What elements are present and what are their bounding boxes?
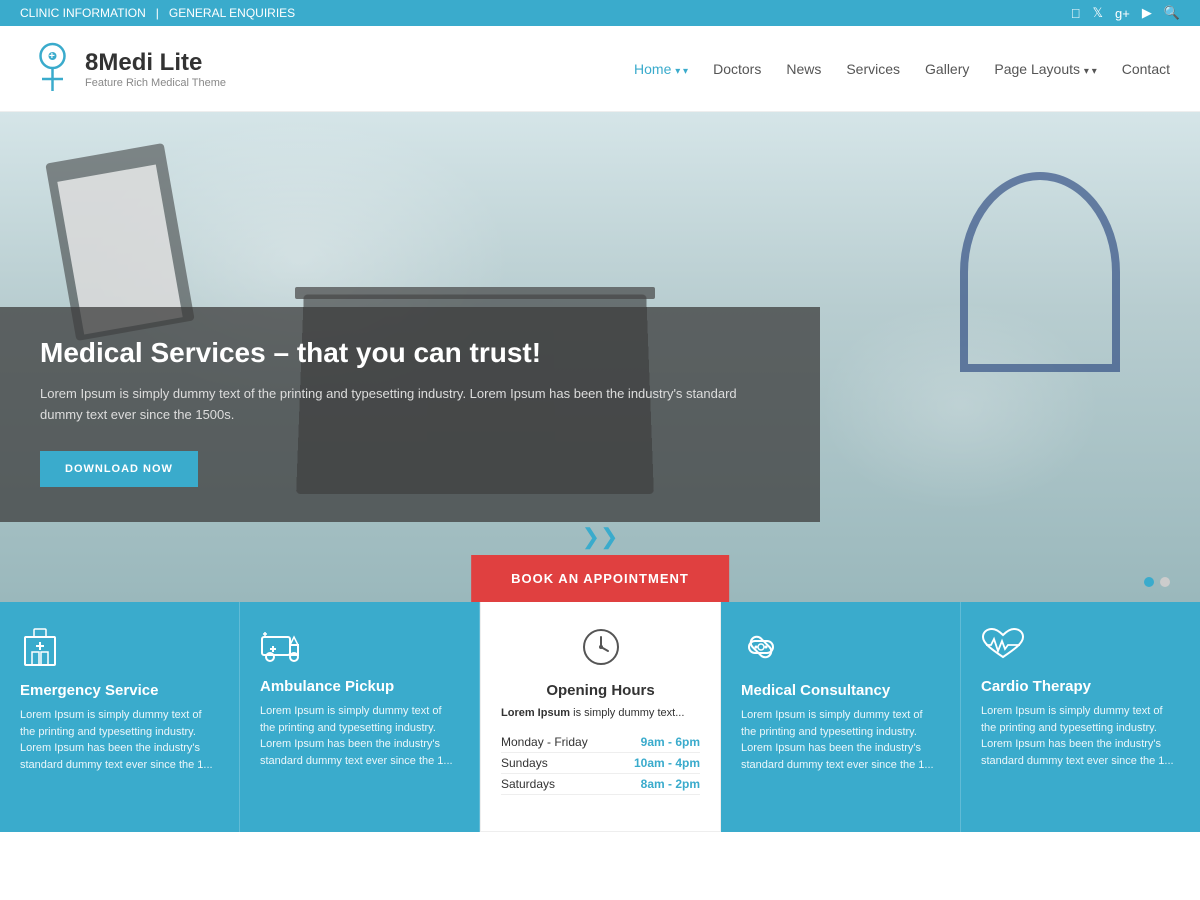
hours-time-2: 10am - 4pm <box>634 756 700 770</box>
service-cardio: Cardio Therapy Lorem Ipsum is simply dum… <box>961 602 1200 832</box>
hours-title: Opening Hours <box>501 682 700 699</box>
general-enquiries-link[interactable]: GENERAL ENQUIRIES <box>169 6 295 20</box>
top-bar-left: CLINIC INFORMATION | GENERAL ENQUIRIES <box>20 6 295 20</box>
nav-doctors[interactable]: Doctors <box>713 61 761 77</box>
hero-title: Medical Services – that you can trust! <box>40 337 780 369</box>
cardio-title: Cardio Therapy <box>981 678 1091 695</box>
logo-text: 8Medi Lite Feature Rich Medical Theme <box>85 49 226 89</box>
clinic-info-link[interactable]: CLINIC INFORMATION <box>20 6 146 20</box>
hours-day-2: Sundays <box>501 756 548 770</box>
service-ambulance: Ambulance Pickup Lorem Ipsum is simply d… <box>240 602 480 832</box>
consultancy-title: Medical Consultancy <box>741 682 890 699</box>
top-bar: CLINIC INFORMATION | GENERAL ENQUIRIES … <box>0 0 1200 26</box>
slider-dot-1[interactable] <box>1144 577 1154 587</box>
service-emergency: Emergency Service Lorem Ipsum is simply … <box>0 602 240 832</box>
hours-intro: Lorem Ipsum is simply dummy text... <box>501 707 684 719</box>
hours-day-1: Monday - Friday <box>501 735 588 749</box>
service-consultancy: Medical Consultancy Lorem Ipsum is simpl… <box>721 602 961 832</box>
hero-description: Lorem Ipsum is simply dummy text of the … <box>40 384 780 426</box>
hero-overlay: Medical Services – that you can trust! L… <box>0 307 820 522</box>
header: + 8Medi Lite Feature Rich Medical Theme … <box>0 26 1200 112</box>
twitter-icon[interactable]: 𝕏 <box>1093 5 1103 21</box>
top-bar-social:  𝕏 g+ ▶ 🔍 <box>1071 5 1180 21</box>
cardio-desc: Lorem Ipsum is simply dummy text of the … <box>981 703 1180 769</box>
slider-dots <box>1144 577 1170 587</box>
google-plus-icon[interactable]: g+ <box>1115 6 1130 21</box>
logo-icon: + <box>30 41 75 96</box>
hours-row-saturday: Saturdays 8am - 2pm <box>501 774 700 795</box>
ambulance-title: Ambulance Pickup <box>260 678 394 695</box>
nav-contact[interactable]: Contact <box>1122 61 1170 77</box>
main-nav: Home ▾ Doctors News Services Gallery Pag… <box>634 61 1170 77</box>
hours-row-weekday: Monday - Friday 9am - 6pm <box>501 732 700 753</box>
hours-time-1: 9am - 6pm <box>641 735 700 749</box>
ambulance-icon <box>260 627 304 668</box>
ambulance-desc: Lorem Ipsum is simply dummy text of the … <box>260 703 459 769</box>
book-section: ❯❯ BOOK AN APPOINTMENT <box>471 524 729 602</box>
consultancy-desc: Lorem Ipsum is simply dummy text of the … <box>741 707 940 773</box>
book-appointment-button[interactable]: BOOK AN APPOINTMENT <box>471 555 729 602</box>
hours-time-3: 8am - 2pm <box>641 777 700 791</box>
logo-name: 8Medi Lite <box>85 49 226 77</box>
nav-gallery[interactable]: Gallery <box>925 61 969 77</box>
hours-table: Monday - Friday 9am - 6pm Sundays 10am -… <box>501 732 700 795</box>
logo-tagline: Feature Rich Medical Theme <box>85 77 226 89</box>
chevron-down-icon: ❯❯ <box>471 524 729 550</box>
clock-icon <box>581 627 621 672</box>
nav-services[interactable]: Services <box>846 61 900 77</box>
bandage-icon <box>741 627 781 672</box>
hours-intro-bold: Lorem Ipsum <box>501 707 570 719</box>
svg-text:+: + <box>49 51 55 62</box>
nav-news[interactable]: News <box>786 61 821 77</box>
download-button[interactable]: DOWNLOAD NOW <box>40 451 198 487</box>
nav-page-layouts[interactable]: Page Layouts ▾ <box>994 61 1096 77</box>
heartbeat-icon <box>981 627 1025 668</box>
emergency-title: Emergency Service <box>20 682 158 699</box>
service-hours: Opening Hours Lorem Ipsum is simply dumm… <box>480 602 721 832</box>
hours-day-3: Saturdays <box>501 777 555 791</box>
separator: | <box>156 6 159 20</box>
facebook-icon[interactable]:  <box>1071 6 1081 21</box>
hours-intro-rest: is simply dummy text... <box>570 707 684 719</box>
hero-section: Medical Services – that you can trust! L… <box>0 112 1200 602</box>
slider-dot-2[interactable] <box>1160 577 1170 587</box>
hours-row-sunday: Sundays 10am - 4pm <box>501 753 700 774</box>
youtube-icon[interactable]: ▶ <box>1142 5 1152 21</box>
emergency-desc: Lorem Ipsum is simply dummy text of the … <box>20 707 219 773</box>
nav-home[interactable]: Home ▾ <box>634 61 688 77</box>
services-row: Emergency Service Lorem Ipsum is simply … <box>0 602 1200 832</box>
hospital-icon <box>20 627 60 672</box>
search-icon[interactable]: 🔍 <box>1164 5 1180 21</box>
logo[interactable]: + 8Medi Lite Feature Rich Medical Theme <box>30 41 226 96</box>
